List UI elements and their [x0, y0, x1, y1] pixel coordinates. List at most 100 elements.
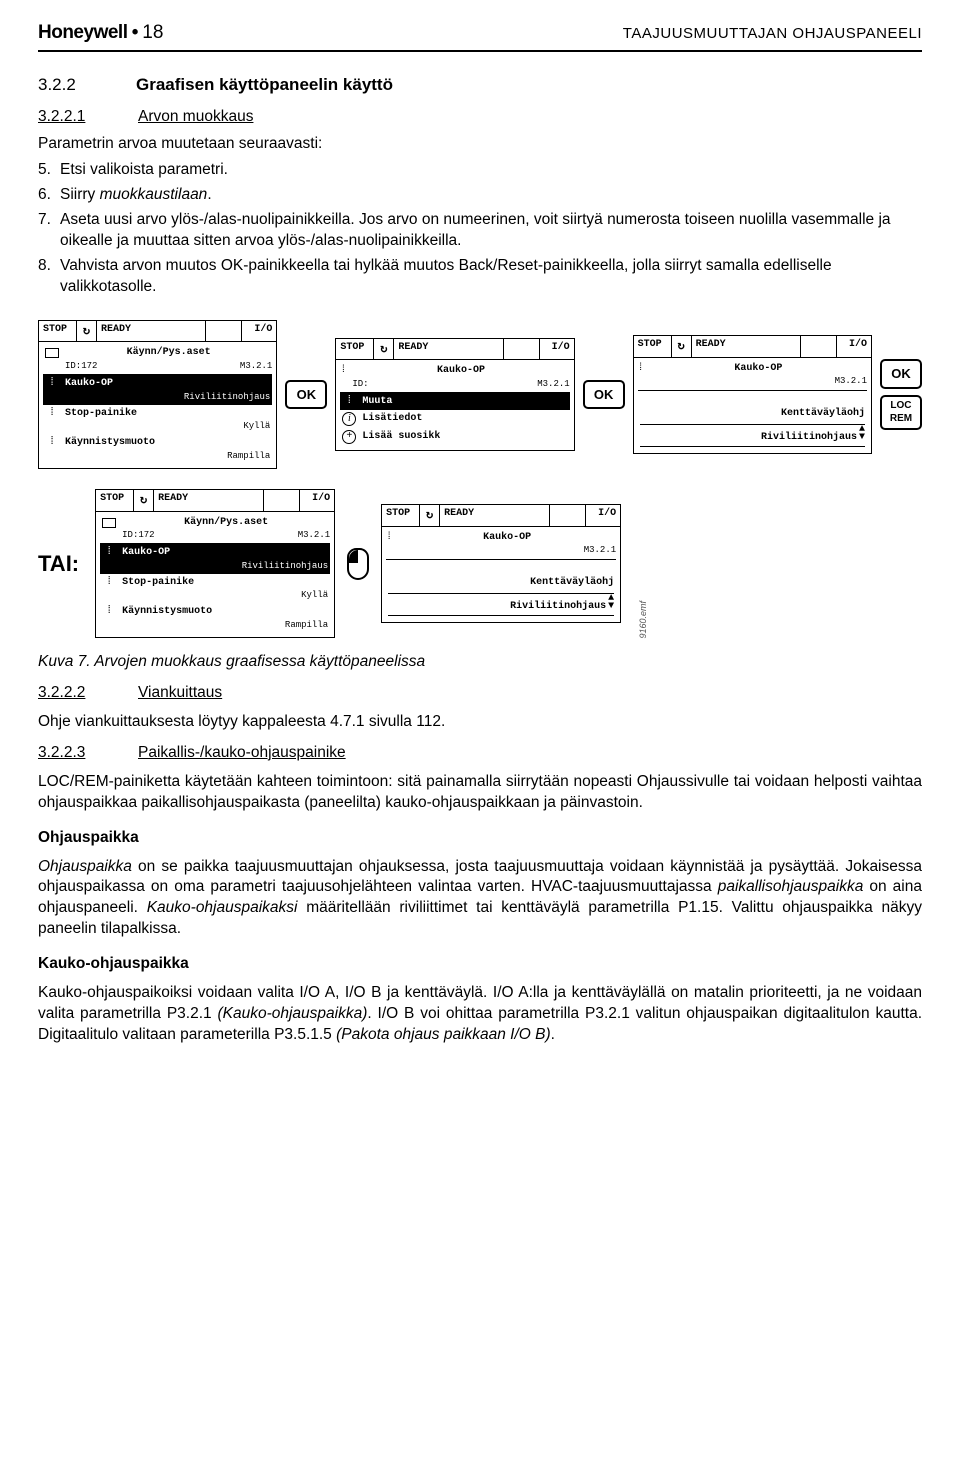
param-icon: ⁞ [45, 377, 59, 403]
ok-button[interactable]: OK [583, 380, 625, 410]
sub3-body: LOC/REM-painiketta käytetään kahteen toi… [38, 772, 922, 814]
item-value: Riviliitinohjaus [65, 391, 270, 403]
item-value: Kyllä [65, 420, 270, 432]
step-num: 5. [38, 160, 60, 181]
menu-title-text: Kauko-OP [352, 364, 569, 378]
ok-button[interactable]: OK [880, 359, 922, 389]
menu-item[interactable]: + Lisää suosikk [340, 428, 569, 446]
panel-body: Käynn/Pys.aset ID:172M3.2.1 ⁞ Kauko-OPRi… [39, 342, 276, 468]
step-num: 6. [38, 185, 60, 206]
lcd-panel-2: STOP ↻ READY I/O ⁞ Kauko-OP ID:M3.2.1 ⁞ … [335, 338, 574, 452]
header-left: Honeywell • 18 [38, 20, 163, 46]
step-6b: muokkaustilaan [100, 186, 208, 203]
button-column: OK LOCREM [880, 359, 922, 430]
item-label: Käynnistysmuoto [65, 436, 270, 450]
rotate-icon: ↻ [134, 490, 154, 511]
status-stop: STOP [382, 505, 420, 526]
item-label: Kauko-OP [122, 546, 328, 560]
sub2-body: Ohje viankuittauksesta löytyy kappaleest… [38, 712, 922, 733]
menu-item[interactable]: ⁞ KäynnistysmuotoRampilla [100, 603, 330, 633]
lcd-panel-5: STOP ↻ READY I/O ⁞ Kauko-OP M3.2.1 Kentt… [381, 504, 621, 622]
status-io: I/O [586, 505, 620, 526]
section-number: 3.2.2 [38, 74, 108, 97]
menu-title: Käynn/Pys.aset ID:172M3.2.1 [43, 344, 272, 375]
menu-item-selected[interactable]: ⁞ Muuta [340, 393, 569, 411]
panel-header: STOP ↻ READY I/O [39, 321, 276, 343]
param-icon: ⁞ [386, 531, 392, 545]
step-6c: . [207, 186, 211, 203]
param-icon: ⁞ [340, 364, 346, 378]
figure-row-2: TAI: STOP ↻ READY I/O Käynn/Pys.aset ID:… [158, 489, 922, 638]
mouse-icon [347, 548, 369, 580]
step-6a: Siirry [60, 186, 100, 203]
item-label: Käynnistysmuoto [122, 605, 328, 619]
rotate-icon: ↻ [420, 505, 440, 526]
menu-item-selected[interactable]: ⁞ Kauko-OPRiviliitinohjaus [100, 544, 330, 574]
item-label: Riviliitinohjaus [510, 601, 606, 612]
figure-caption: Kuva 7. Arvojen muokkaus graafisessa käy… [38, 652, 922, 673]
id-right: M3.2.1 [537, 378, 569, 390]
subsection-heading-3: 3.2.2.3 Paikallis-/kauko-ohjauspainike [38, 743, 922, 764]
step-text: Siirry muokkaustilaan. [60, 185, 922, 206]
status-ready: READY [154, 490, 264, 511]
menu-item[interactable]: Riviliitinohjaus▲▼ [386, 591, 616, 618]
panel-body: ⁞ Kauko-OP M3.2.1 Kenttäväyläohj Rivilii… [382, 527, 620, 622]
id-right: M3.2.1 [835, 375, 867, 387]
item-value: Kyllä [122, 589, 328, 601]
ohjauspaikka-body: Ohjauspaikka on se paikka taajuusmuuttaj… [38, 857, 922, 941]
step-list: 5.Etsi valikoista parametri. 6.Siirry mu… [38, 160, 922, 298]
step-5: 5.Etsi valikoista parametri. [38, 160, 922, 181]
menu-item[interactable]: ⁞ Stop-painikeKyllä [100, 574, 330, 604]
loc-rem-button[interactable]: LOCREM [880, 395, 922, 430]
status-io: I/O [837, 336, 871, 357]
id-left: ID:172 [122, 529, 154, 541]
panel-header: STOP ↻ READY I/O [634, 336, 871, 358]
menu-item[interactable]: i Lisätiedot [340, 410, 569, 428]
status-stop: STOP [96, 490, 134, 511]
item-label: Riviliitinohjaus [761, 432, 857, 443]
menu-item[interactable]: ⁞ Stop-painikeKyllä [43, 405, 272, 435]
op-c: paikallisohjauspaikka [718, 878, 864, 895]
panel-body: Käynn/Pys.aset ID:172M3.2.1 ⁞ Kauko-OPRi… [96, 512, 334, 638]
panel-header: STOP ↻ READY I/O [96, 490, 334, 512]
add-icon: + [342, 430, 356, 444]
ko-b: (Kauko-ohjauspaikka) [217, 1005, 367, 1022]
rotate-icon: ↻ [77, 321, 97, 342]
rotate-icon: ↻ [672, 336, 692, 357]
menu-item[interactable]: Kenttäväyläohj [386, 574, 616, 592]
param-icon: ⁞ [342, 395, 356, 409]
param-icon: ⁞ [45, 436, 59, 462]
rem-label: REM [890, 413, 912, 424]
op-a: Ohjauspaikka [38, 858, 132, 875]
item-value: Rampilla [122, 619, 328, 631]
lcd-panel-3: STOP ↻ READY I/O ⁞ Kauko-OP M3.2.1 Kentt… [633, 335, 872, 453]
status-ready: READY [692, 336, 801, 357]
item-label: Stop-painike [122, 576, 328, 590]
folder-icon [102, 518, 116, 528]
id-left: ID:172 [65, 360, 97, 372]
status-gap [504, 339, 540, 360]
menu-title: ⁞ Kauko-OP ID:M3.2.1 [340, 362, 569, 393]
status-stop: STOP [39, 321, 77, 342]
menu-title: ⁞ Kauko-OP M3.2.1 [638, 360, 867, 391]
status-ready: READY [97, 321, 206, 342]
menu-item-selected[interactable]: ⁞ Kauko-OPRiviliitinohjaus [43, 375, 272, 405]
status-stop: STOP [336, 339, 374, 360]
menu-item[interactable]: ⁞ KäynnistysmuotoRampilla [43, 434, 272, 464]
status-gap [801, 336, 837, 357]
status-io: I/O [540, 339, 574, 360]
menu-title-text: Käynn/Pys.aset [122, 516, 330, 530]
item-label: Kenttäväyläohj [388, 576, 614, 590]
step-6: 6.Siirry muokkaustilaan. [38, 185, 922, 206]
ohjauspaikka-heading: Ohjauspaikka [38, 828, 922, 849]
step-num: 7. [38, 210, 60, 252]
updown-icon: ▲▼ [608, 595, 614, 611]
menu-item[interactable]: Kenttäväyläohj [638, 405, 867, 423]
status-ready: READY [440, 505, 550, 526]
panel-header: STOP ↻ READY I/O [382, 505, 620, 527]
brand: Honeywell [38, 22, 127, 43]
ok-button[interactable]: OK [285, 380, 327, 410]
menu-title: ⁞ Kauko-OP M3.2.1 [386, 529, 616, 560]
panel-body: ⁞ Kauko-OP ID:M3.2.1 ⁞ Muuta i Lisätiedo… [336, 360, 573, 450]
menu-item[interactable]: Riviliitinohjaus▲▼ [638, 422, 867, 449]
